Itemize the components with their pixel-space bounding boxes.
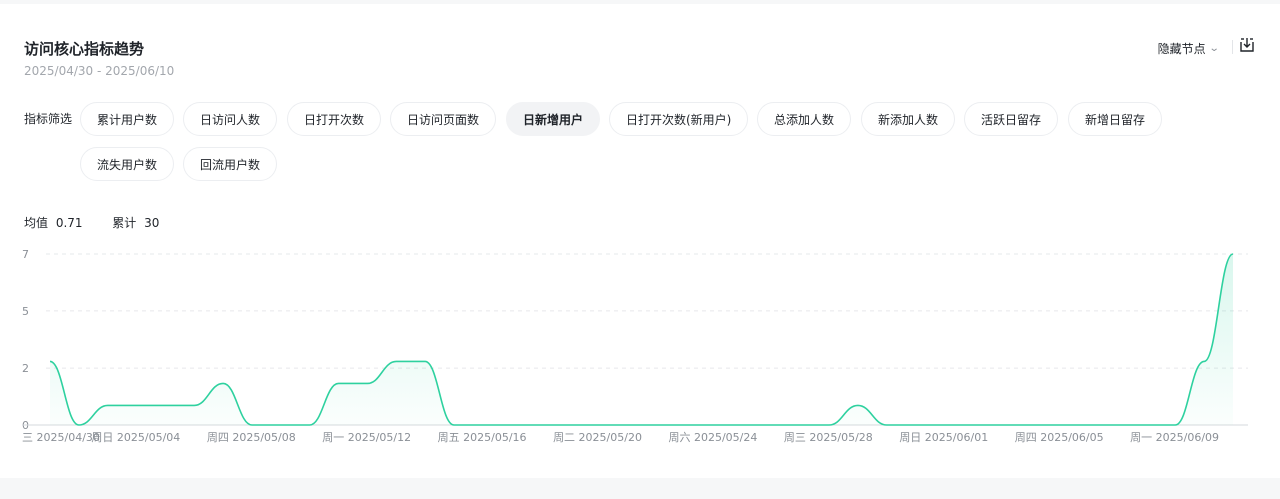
x-tick-label: 周二 2025/05/20: [553, 431, 642, 444]
filter-chip[interactable]: 新增日留存: [1068, 102, 1163, 136]
series-area: [50, 254, 1233, 425]
filter-chip[interactable]: 日打开次数: [287, 102, 382, 136]
hide-nodes-label: 隐藏节点: [1157, 42, 1206, 56]
avg-value: 0.71: [55, 216, 83, 230]
filter-chip[interactable]: 日访问页面数: [390, 102, 497, 136]
toolbar-divider: [1232, 40, 1233, 54]
x-tick-label: 周五 2025/05/16: [438, 431, 527, 444]
x-tick-label: 周一 2025/06/09: [1130, 431, 1219, 444]
date-range: 2025/04/30 - 2025/06/10: [24, 64, 175, 78]
filter-label: 指标筛选: [24, 112, 73, 126]
x-tick-label: 周三 2025/05/28: [784, 431, 873, 444]
summary-stats: 均值 0.71 累计 30: [24, 214, 163, 231]
hide-nodes-dropdown[interactable]: 隐藏节点 ⌄: [1157, 40, 1220, 57]
y-tick-label: 5: [22, 305, 29, 318]
x-tick-label: 周四 2025/05/08: [207, 431, 296, 444]
filter-chip[interactable]: 日访问人数: [183, 102, 278, 136]
x-tick-label: 周一 2025/05/12: [322, 431, 411, 444]
filter-chip[interactable]: 回流用户数: [183, 147, 278, 181]
filter-chip[interactable]: 累计用户数: [80, 102, 175, 136]
avg-label: 均值: [24, 216, 49, 230]
sum-value: 30: [144, 216, 160, 230]
x-tick-label: 周六 2025/05/24: [668, 431, 757, 444]
chevron-down-icon: ⌄: [1208, 43, 1220, 54]
y-tick-label: 2: [22, 362, 29, 375]
filter-chip[interactable]: 流失用户数: [80, 147, 175, 181]
filter-chip[interactable]: 日新增用户: [506, 102, 601, 136]
x-tick-label: 周四 2025/06/05: [1015, 431, 1104, 444]
download-icon[interactable]: [1238, 36, 1256, 54]
x-tick-label: 周日 2025/05/04: [91, 431, 180, 444]
filter-chip[interactable]: 活跃日留存: [964, 102, 1059, 136]
page-title: 访问核心指标趋势: [24, 40, 145, 58]
sum-label: 累计: [112, 216, 137, 230]
filter-chip[interactable]: 新添加人数: [861, 102, 956, 136]
x-tick-label: 周日 2025/06/01: [899, 431, 988, 444]
y-tick-label: 7: [22, 248, 29, 261]
filter-chip[interactable]: 总添加人数: [757, 102, 852, 136]
trend-chart: 0257三 2025/04/30周日 2025/05/04周四 2025/05/…: [22, 248, 1248, 444]
filter-chip[interactable]: 日打开次数(新用户): [609, 102, 749, 136]
x-tick-label: 三 2025/04/30: [22, 431, 100, 444]
